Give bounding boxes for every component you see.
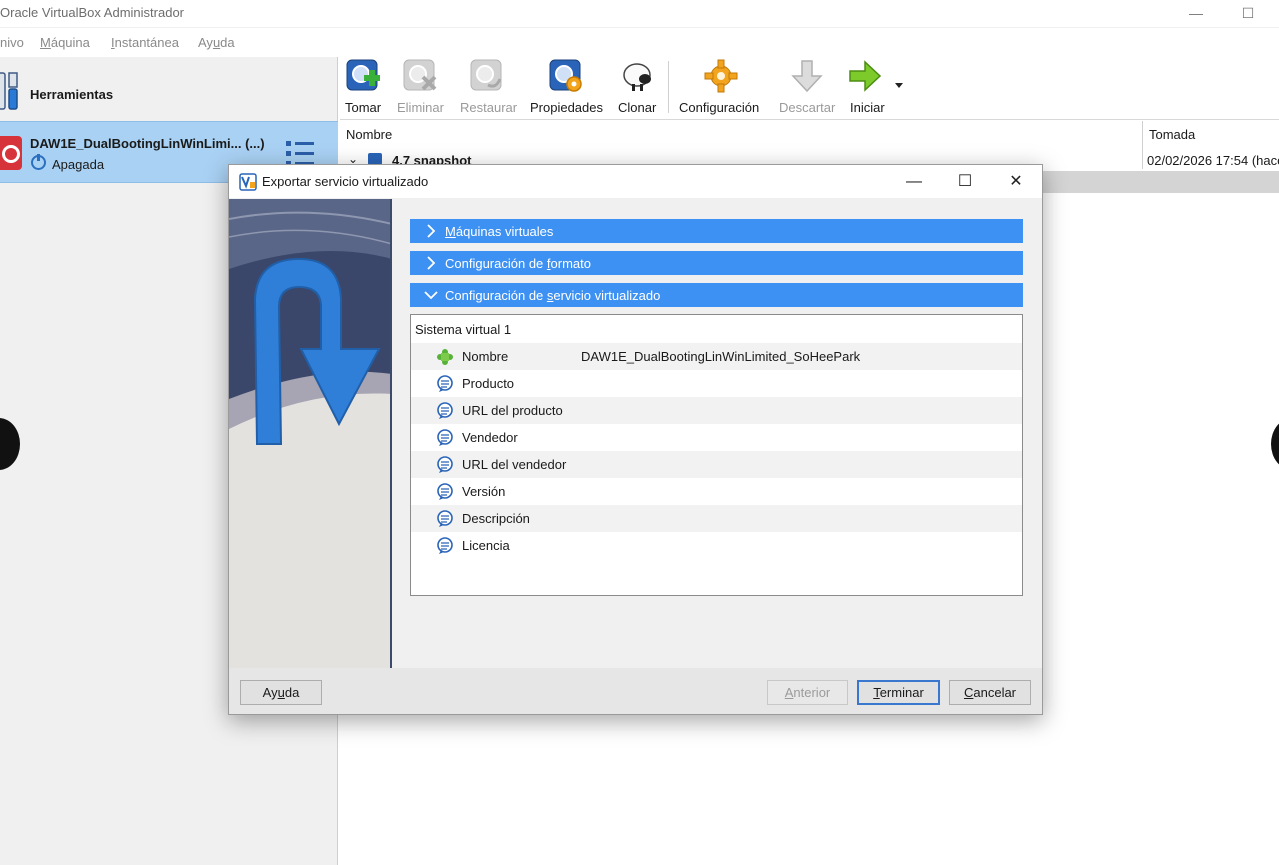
property-row-version[interactable]: Versión (411, 478, 1022, 505)
properties-label: Propiedades (530, 100, 603, 115)
start-button[interactable]: Iniciar (846, 57, 910, 120)
tools-label: Herramientas (30, 87, 114, 102)
settings-label: Configuración (679, 100, 760, 115)
take-snapshot-button[interactable]: Tomar (340, 57, 388, 120)
chevron-right-icon (427, 224, 436, 238)
chevron-down-icon[interactable] (895, 83, 903, 88)
properties-button[interactable]: Propiedades (528, 57, 606, 120)
property-key: Producto (462, 376, 515, 391)
delete-label: Eliminar (397, 100, 444, 115)
menu-file[interactable]: nivo (0, 35, 24, 50)
cancel-button[interactable]: Cancelar (949, 680, 1031, 705)
speech-bubble-icon (437, 375, 453, 392)
discard-label: Descartar (779, 100, 836, 115)
back-button[interactable]: Anterior (767, 680, 848, 705)
snapshot-toolbar: Tomar Eliminar Restaurar Propiedades Clo… (340, 57, 1279, 120)
take-label: Tomar (345, 100, 382, 115)
gear-icon (704, 59, 738, 93)
export-appliance-dialog: Exportar servicio virtualizado — ☐ ✕ Máq… (228, 164, 1043, 715)
restore-snapshot-icon (470, 59, 502, 91)
property-value[interactable]: DAW1E_DualBootingLinWinLimited_SoHeePark (581, 349, 860, 364)
help-button[interactable]: Ayuda (240, 680, 322, 705)
property-row-vendor-url[interactable]: URL del vendedor (411, 451, 1022, 478)
property-row-vendor[interactable]: Vendedor (411, 424, 1022, 451)
menu-help[interactable]: Ayuda (198, 35, 235, 50)
restore-label: Restaurar (460, 100, 518, 115)
window-title: Oracle VirtualBox Administrador (0, 5, 185, 20)
clone-button[interactable]: Clonar (616, 57, 660, 120)
arrow-right-icon (849, 60, 882, 92)
vm-name: DAW1E_DualBootingLinWinLimi... (...) (30, 136, 265, 151)
speech-bubble-icon (437, 456, 453, 473)
wizard-banner-image (229, 199, 392, 668)
delete-snapshot-button[interactable]: Eliminar (395, 57, 451, 120)
clone-label: Clonar (618, 100, 657, 115)
dialog-titlebar: Exportar servicio virtualizado — ☐ ✕ (229, 165, 1042, 198)
chevron-right-icon (427, 256, 436, 270)
property-key: Vendedor (462, 430, 518, 445)
tree-root-virtual-system[interactable]: Sistema virtual 1 (415, 322, 511, 337)
tools-item[interactable]: Herramientas (0, 63, 338, 119)
power-off-icon (31, 154, 46, 170)
sheep-clone-icon (623, 63, 651, 91)
property-key: URL del vendedor (462, 457, 567, 472)
settings-button[interactable]: Configuración (676, 57, 768, 120)
export-arrow-illustration (229, 199, 390, 668)
dialog-close-button[interactable]: ✕ (993, 168, 1039, 196)
section-label: Configuración de formato (445, 256, 591, 271)
speech-bubble-icon (437, 483, 453, 500)
menu-machine[interactable]: Máquina (40, 35, 90, 50)
minimize-button[interactable]: — (1176, 2, 1216, 24)
menu-bar: nivo Máquina Instantánea Ayuda (0, 29, 1279, 57)
start-label: Iniciar (850, 100, 885, 115)
appliance-properties-tree: Sistema virtual 1 Nombre DAW1E_DualBooti… (410, 314, 1023, 596)
speech-bubble-icon (437, 510, 453, 527)
property-key: Licencia (462, 538, 510, 553)
chevron-down-icon (424, 291, 438, 300)
discard-button[interactable]: Descartar (776, 57, 838, 120)
dialog-maximize-button[interactable]: ☐ (942, 168, 988, 196)
tools-icon (0, 72, 18, 110)
take-snapshot-icon (346, 59, 380, 91)
maximize-button[interactable]: ☐ (1228, 2, 1268, 24)
wizard-content: Máquinas virtuales Configuración de form… (394, 199, 1042, 668)
speech-bubble-icon (437, 429, 453, 446)
main-titlebar: Oracle VirtualBox Administrador — ☐ (0, 0, 1279, 28)
section-label: Máquinas virtuales (445, 224, 554, 239)
property-key: Versión (462, 484, 506, 499)
menu-snapshot[interactable]: Instantánea (111, 35, 179, 50)
section-virtual-machines[interactable]: Máquinas virtuales (410, 219, 1023, 243)
snapshot-taken: 02/02/2026 17:54 (hace (1147, 153, 1279, 168)
speech-bubble-icon (437, 402, 453, 419)
virtualbox-icon (239, 173, 257, 191)
delete-snapshot-icon (403, 59, 437, 91)
vm-os-icon (0, 136, 22, 170)
section-appliance-settings[interactable]: Configuración de servicio virtualizado (410, 283, 1023, 307)
property-row-product-url[interactable]: URL del producto (411, 397, 1022, 424)
restore-snapshot-button[interactable]: Restaurar (458, 57, 520, 120)
speech-bubble-icon (437, 537, 453, 554)
selection-band (1040, 171, 1279, 193)
column-header-taken[interactable]: Tomada (1149, 127, 1195, 142)
toolbar-separator (668, 61, 669, 113)
vm-state: Apagada (52, 157, 105, 172)
arrow-down-icon (791, 60, 823, 93)
property-row-description[interactable]: Descripción (411, 505, 1022, 532)
property-row-name[interactable]: Nombre DAW1E_DualBootingLinWinLimited_So… (411, 343, 1022, 370)
section-label: Configuración de servicio virtualizado (445, 288, 661, 303)
puzzle-icon (437, 349, 453, 365)
section-format-settings[interactable]: Configuración de formato (410, 251, 1023, 275)
property-row-product[interactable]: Producto (411, 370, 1022, 397)
column-header-name[interactable]: Nombre (346, 127, 392, 142)
property-key: URL del producto (462, 403, 563, 418)
dialog-title: Exportar servicio virtualizado (262, 174, 429, 189)
dialog-button-bar: Ayuda Anterior Terminar Cancelar (229, 668, 1042, 714)
dialog-minimize-button[interactable]: — (891, 168, 937, 196)
properties-icon (549, 59, 582, 92)
property-key: Nombre (462, 349, 509, 364)
property-row-license[interactable]: Licencia (411, 532, 1022, 559)
finish-button[interactable]: Terminar (857, 680, 940, 705)
property-key: Descripción (462, 511, 530, 526)
